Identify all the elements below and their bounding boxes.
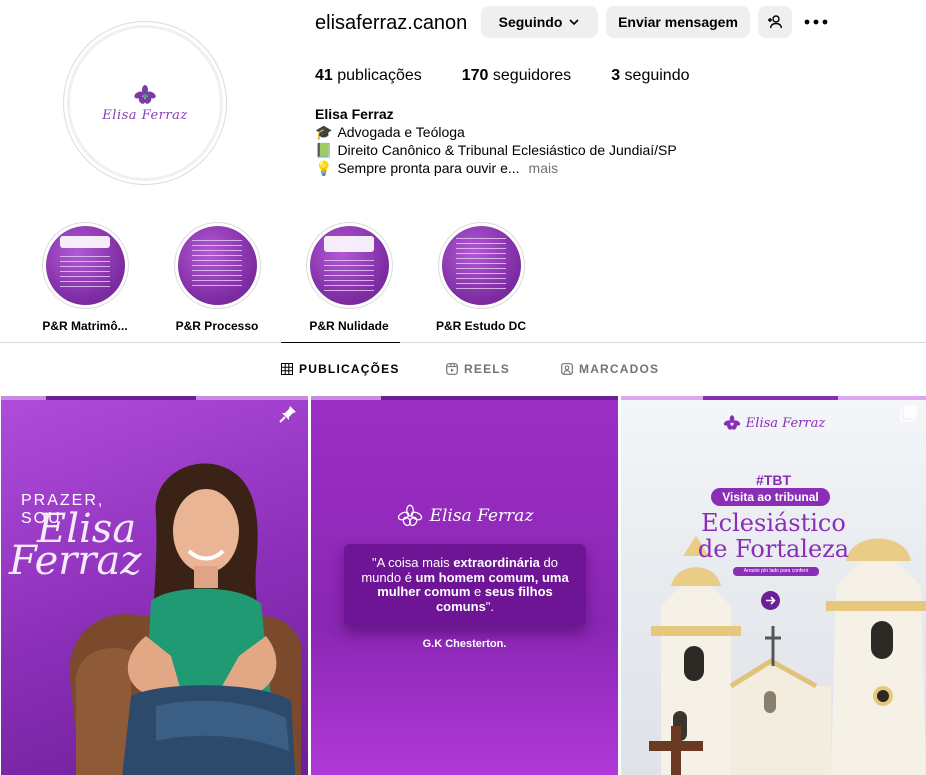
highlight-matrimonio[interactable]: P&R Matrimô... [25, 222, 145, 333]
post1-script-last-name: Ferraz [9, 538, 142, 584]
send-message-label: Enviar mensagem [618, 14, 738, 30]
highlight-cover [45, 226, 125, 305]
bio-line-3: 💡 Sempre pronta para ouvir e... mais [315, 159, 677, 177]
post3-tag: #TBT [756, 472, 791, 488]
highlight-nulidade[interactable]: P&R Nulidade [289, 222, 409, 333]
quote-part: e [470, 584, 485, 599]
flower-logo-icon [723, 415, 741, 430]
highlight-ring [41, 222, 129, 309]
highlight-ring [437, 222, 525, 309]
suggested-users-button[interactable] [758, 6, 792, 38]
following-label: seguindo [624, 67, 690, 84]
arrow-right-icon [761, 591, 780, 610]
light-bulb-icon: 💡 [315, 160, 333, 176]
profile-username: elisaferraz.canon [315, 12, 468, 34]
following-button-label: Seguindo [498, 14, 563, 30]
stat-following[interactable]: 3 seguindo [611, 67, 689, 85]
post-top-bar [621, 396, 926, 400]
highlight-cover [309, 226, 389, 305]
highlight-cover [441, 226, 521, 305]
stat-posts: 41 publicações [315, 67, 422, 85]
post3-title-line-2: de Fortaleza [697, 535, 850, 563]
tab-tagged-label: MARCADOS [579, 362, 660, 376]
tab-posts[interactable]: PUBLICAÇÕES [281, 342, 400, 394]
highlight-label: P&R Matrimô... [42, 319, 128, 333]
highlight-label: P&R Estudo DC [436, 319, 526, 333]
add-person-icon [768, 15, 783, 29]
more-dots-icon [804, 19, 828, 25]
post2-quote-box: "A coisa mais extraordinária do mundo é … [344, 544, 586, 626]
highlight-ring [173, 222, 261, 309]
quote-bold-part: extraordinária [453, 555, 540, 570]
more-options-button[interactable] [803, 12, 829, 32]
post3-logo: Elisa Ferraz [621, 414, 926, 432]
grid-icon [281, 362, 293, 375]
bio-line-3-text: Sempre pronta para ouvir e... [337, 160, 520, 176]
chevron-down-icon [569, 19, 579, 26]
bio-line-1-text: Advogada e Teóloga [337, 124, 465, 140]
green-book-icon: 📗 [315, 142, 333, 158]
post-top-bar [311, 396, 618, 400]
tab-posts-label: PUBLICAÇÕES [299, 361, 400, 376]
post-top-bar [1, 396, 308, 400]
flower-logo-icon [134, 84, 156, 104]
avatar-image: Elisa Ferraz [67, 25, 223, 181]
highlight-label: P&R Nulidade [309, 319, 389, 333]
profile-avatar[interactable]: Elisa Ferraz [63, 21, 227, 185]
highlight-label: P&R Processo [175, 319, 259, 333]
tagged-icon [561, 363, 573, 375]
posts-label: publicações [337, 67, 422, 84]
highlight-processo[interactable]: P&R Processo [157, 222, 277, 333]
followers-label: seguidores [492, 67, 572, 84]
tab-tagged[interactable]: MARCADOS [561, 343, 659, 395]
carousel-icon [900, 405, 917, 422]
graduation-cap-icon: 🎓 [315, 124, 333, 140]
stat-followers[interactable]: 170 seguidores [462, 67, 571, 85]
bio-more-link[interactable]: mais [529, 159, 559, 177]
flower-logo-icon [397, 504, 422, 527]
post3-logo-text: Elisa Ferraz [745, 415, 826, 431]
quote-part: ". [485, 598, 495, 614]
highlight-cover [177, 226, 257, 305]
post2-logo-text: Elisa Ferraz [429, 506, 534, 526]
posts-count: 41 [315, 67, 333, 84]
pinned-icon [279, 406, 296, 423]
following-count: 3 [611, 67, 621, 84]
bio-name: Elisa Ferraz [315, 106, 394, 122]
post3-subtitle: Arraste p/o lado para conferir [733, 567, 819, 576]
post-tile-1[interactable]: PRAZER, SOU Elisa Ferraz [1, 396, 308, 775]
highlight-ring [305, 222, 393, 309]
reels-icon [446, 363, 458, 375]
tab-reels-label: REELS [464, 362, 511, 376]
post-tile-2[interactable]: Elisa Ferraz "A coisa mais extraordinári… [311, 396, 618, 775]
bio-line-2: 📗 Direito Canônico & Tribunal Eclesiásti… [315, 141, 677, 159]
profile-stats: 41 publicações 170 seguidores 3 seguindo [315, 67, 730, 85]
post3-pill: Visita ao tribunal [711, 488, 830, 506]
post3-title-line-1: Eclesiástico [701, 509, 846, 537]
post3-title: Eclesiástico de Fortaleza [621, 510, 926, 562]
following-button[interactable]: Seguindo [481, 6, 598, 38]
followers-count: 170 [461, 67, 489, 84]
quote-part: "A coisa mais [372, 555, 454, 570]
highlight-estudo-dc[interactable]: P&R Estudo DC [421, 222, 541, 333]
post-tile-3[interactable]: Elisa Ferraz #TBT Visita ao tribunal Ecl… [621, 396, 926, 775]
bio-line-2-text: Direito Canônico & Tribunal Eclesiástico… [337, 142, 677, 158]
send-message-button[interactable]: Enviar mensagem [606, 6, 750, 38]
bio-line-1: 🎓 Advogada e Teóloga [315, 123, 677, 141]
post2-quote-author: G.K Chesterton. [422, 638, 507, 650]
post2-logo: Elisa Ferraz [311, 504, 618, 528]
tab-reels[interactable]: REELS [446, 343, 510, 395]
avatar-logo-text: Elisa Ferraz [102, 107, 188, 123]
profile-bio: Elisa Ferraz 🎓 Advogada e Teóloga 📗 Dire… [315, 105, 677, 177]
